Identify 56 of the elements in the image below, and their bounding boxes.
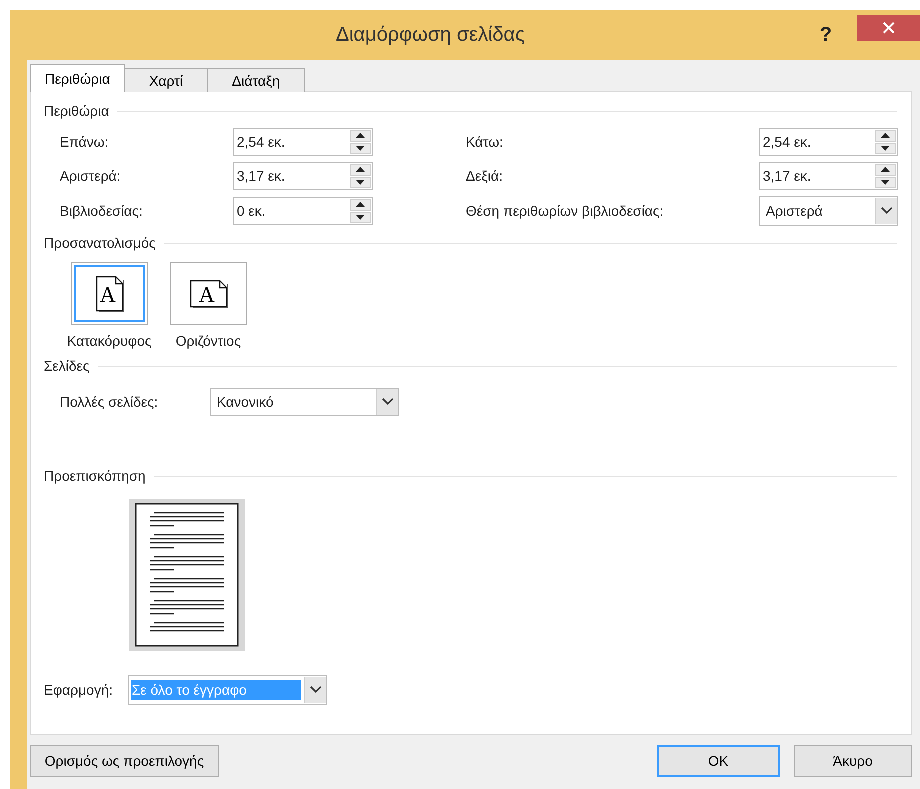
field-label: Επάνω: bbox=[60, 134, 110, 150]
orientation-label: Κατακόρυφος bbox=[67, 333, 152, 349]
up-arrow-icon bbox=[881, 167, 890, 172]
up-arrow-icon bbox=[356, 133, 365, 138]
field-label: Εφαρμογή: bbox=[44, 682, 114, 698]
section-title: Προεπισκόπηση bbox=[44, 468, 146, 484]
tab[interactable]: Χαρτί bbox=[124, 68, 208, 92]
tab[interactable]: Περιθώρια bbox=[30, 64, 126, 92]
up-arrow-icon bbox=[881, 133, 890, 138]
spinner-field[interactable]: 0 εκ. bbox=[233, 197, 373, 225]
dialog-button[interactable]: OK bbox=[657, 745, 780, 777]
field-label: Πολλές σελίδες: bbox=[60, 394, 160, 410]
down-arrow-icon bbox=[356, 214, 365, 220]
dropdown[interactable]: Κανονικό bbox=[210, 388, 399, 416]
spin-down-button[interactable] bbox=[875, 176, 896, 188]
spin-up-button[interactable] bbox=[875, 164, 896, 176]
field-label: Αριστερά: bbox=[60, 168, 122, 184]
spinner-field[interactable]: 3,17 εκ. bbox=[233, 162, 373, 190]
chevron-down-icon bbox=[310, 686, 322, 694]
window-title: Διαμόρφωση σελίδας bbox=[334, 24, 526, 46]
field-label: Βιβλιοδεσίας: bbox=[60, 203, 144, 219]
section-title: Περιθώρια bbox=[44, 103, 110, 119]
down-arrow-icon bbox=[356, 180, 365, 185]
field-label: Κάτω: bbox=[466, 134, 504, 150]
orientation-button[interactable]: A bbox=[170, 262, 247, 325]
field-label: Δεξιά: bbox=[466, 168, 504, 184]
field-label: Θέση περιθωρίων βιβλιοδεσίας: bbox=[466, 203, 665, 219]
spin-up-button[interactable] bbox=[350, 130, 371, 142]
section-title: Προσανατολισμός bbox=[44, 235, 156, 251]
up-arrow-icon bbox=[356, 167, 365, 172]
dialog-button[interactable]: Ορισμός ως προεπιλογής bbox=[30, 745, 219, 777]
spin-up-button[interactable] bbox=[350, 199, 371, 210]
help-button[interactable]: ? bbox=[811, 24, 841, 46]
dialog-button[interactable]: Άκυρο bbox=[794, 745, 912, 777]
spin-down-button[interactable] bbox=[875, 142, 896, 154]
orientation-label: Οριζόντιος bbox=[176, 333, 242, 349]
spin-down-button[interactable] bbox=[350, 142, 371, 154]
section-title: Σελίδες bbox=[44, 358, 90, 374]
orientation-button[interactable]: A bbox=[71, 262, 148, 325]
chevron-down-icon bbox=[382, 398, 394, 406]
down-arrow-icon bbox=[881, 146, 890, 151]
spin-up-button[interactable] bbox=[350, 164, 371, 176]
down-arrow-icon bbox=[356, 146, 365, 151]
close-icon bbox=[882, 22, 894, 34]
up-arrow-icon bbox=[356, 202, 365, 208]
tab[interactable]: Διάταξη bbox=[207, 68, 306, 92]
down-arrow-icon bbox=[881, 180, 890, 185]
chevron-down-icon bbox=[880, 207, 892, 215]
spinner-field[interactable]: 3,17 εκ. bbox=[759, 162, 898, 190]
spin-up-button[interactable] bbox=[875, 130, 896, 142]
spin-down-button[interactable] bbox=[350, 176, 371, 188]
spinner-field[interactable]: 2,54 εκ. bbox=[233, 128, 373, 156]
spin-down-button[interactable] bbox=[350, 212, 371, 223]
dropdown[interactable]: Αριστερά bbox=[759, 196, 898, 226]
close-button[interactable] bbox=[857, 15, 920, 41]
spinner-field[interactable]: 2,54 εκ. bbox=[759, 128, 898, 156]
